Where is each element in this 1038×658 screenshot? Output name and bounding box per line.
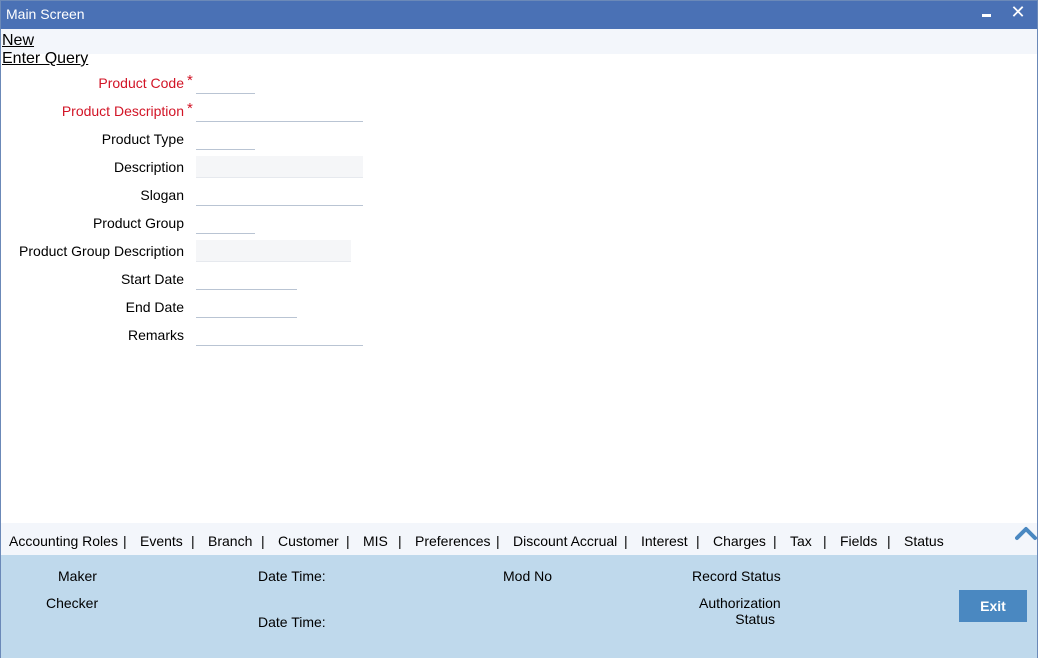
tab-branch[interactable]: Branch (208, 533, 252, 549)
menu-band (1, 29, 1037, 54)
product-code-label: Product Code (98, 75, 184, 91)
tab-separator: | (823, 533, 827, 549)
tab-separator: | (696, 533, 700, 549)
tab-events[interactable]: Events (140, 533, 183, 549)
slogan-label: Slogan (140, 187, 184, 203)
record-status-label: Record Status (692, 568, 781, 584)
product-type-input[interactable] (196, 128, 255, 150)
maker-label: Maker (58, 568, 97, 584)
product-code-row: Product Code * (1, 72, 381, 94)
tab-separator: | (624, 533, 628, 549)
tab-mis[interactable]: MIS (363, 533, 388, 549)
remarks-label: Remarks (127, 327, 184, 343)
tab-fields[interactable]: Fields (840, 533, 877, 549)
tab-strip: Accounting Roles | Events | Branch | Cus… (1, 523, 1037, 555)
audit-footer: Maker Checker Date Time: Date Time: Mod … (1, 555, 1037, 658)
maker-date-time-label: Date Time: (258, 568, 326, 584)
tab-customer[interactable]: Customer (278, 533, 339, 549)
description-row: Description (1, 156, 381, 178)
product-group-row: Product Group (1, 212, 381, 234)
end-date-input[interactable] (196, 296, 297, 318)
tab-preferences[interactable]: Preferences (415, 533, 490, 549)
tab-interest[interactable]: Interest (641, 533, 688, 549)
product-description-input[interactable] (196, 100, 363, 122)
chevron-up-icon[interactable] (1015, 525, 1037, 541)
tab-separator: | (346, 533, 350, 549)
close-icon[interactable]: ✕ (1010, 2, 1026, 24)
tab-accounting-roles[interactable]: Accounting Roles (9, 533, 118, 549)
end-date-row: End Date (1, 296, 381, 318)
product-group-description-label: Product Group Description (19, 243, 184, 259)
tab-separator: | (496, 533, 500, 549)
minimize-icon[interactable] (980, 4, 994, 24)
checker-label: Checker (46, 595, 99, 611)
product-group-label: Product Group (92, 215, 184, 231)
end-date-label: End Date (125, 299, 184, 315)
authorization-status-label-line2: Status (735, 611, 775, 627)
required-marker: * (187, 72, 193, 89)
tab-charges[interactable]: Charges (713, 533, 766, 549)
product-description-label: Product Description (61, 103, 184, 119)
product-type-row: Product Type (1, 128, 381, 150)
tab-discount-accrual[interactable]: Discount Accrual (513, 533, 617, 549)
slogan-input[interactable] (196, 184, 363, 206)
enter-query-link[interactable]: Enter Query (2, 50, 88, 68)
authorization-status-label-line1: Authorization (699, 595, 781, 611)
product-description-row: Product Description * (1, 100, 381, 122)
tab-status[interactable]: Status (904, 533, 944, 549)
tab-separator: | (191, 533, 195, 549)
tab-separator: | (261, 533, 265, 549)
tab-separator: | (398, 533, 402, 549)
exit-button[interactable]: Exit (959, 590, 1027, 622)
remarks-row: Remarks (1, 324, 381, 346)
title-bar: Main Screen ✕ (1, 1, 1037, 29)
checker-date-time-label: Date Time: (258, 614, 326, 630)
remarks-input[interactable] (196, 324, 363, 346)
description-field (196, 156, 363, 178)
new-link[interactable]: New (2, 32, 34, 50)
tab-separator: | (123, 533, 127, 549)
tab-tax[interactable]: Tax (790, 533, 812, 549)
product-code-input[interactable] (196, 72, 255, 94)
main-screen-window: Main Screen ✕ New Enter Query Product Co… (0, 0, 1038, 658)
product-group-input[interactable] (196, 212, 255, 234)
window-title: Main Screen (6, 6, 85, 22)
start-date-label: Start Date (120, 271, 184, 287)
product-type-label: Product Type (101, 131, 184, 147)
product-group-description-row: Product Group Description (1, 240, 381, 262)
slogan-row: Slogan (1, 184, 381, 206)
tab-separator: | (887, 533, 891, 549)
start-date-row: Start Date (1, 268, 381, 290)
tab-separator: | (773, 533, 777, 549)
required-marker: * (187, 100, 193, 117)
product-group-description-field (196, 240, 351, 262)
start-date-input[interactable] (196, 268, 297, 290)
description-label: Description (113, 159, 184, 175)
mod-no-label: Mod No (503, 568, 553, 584)
